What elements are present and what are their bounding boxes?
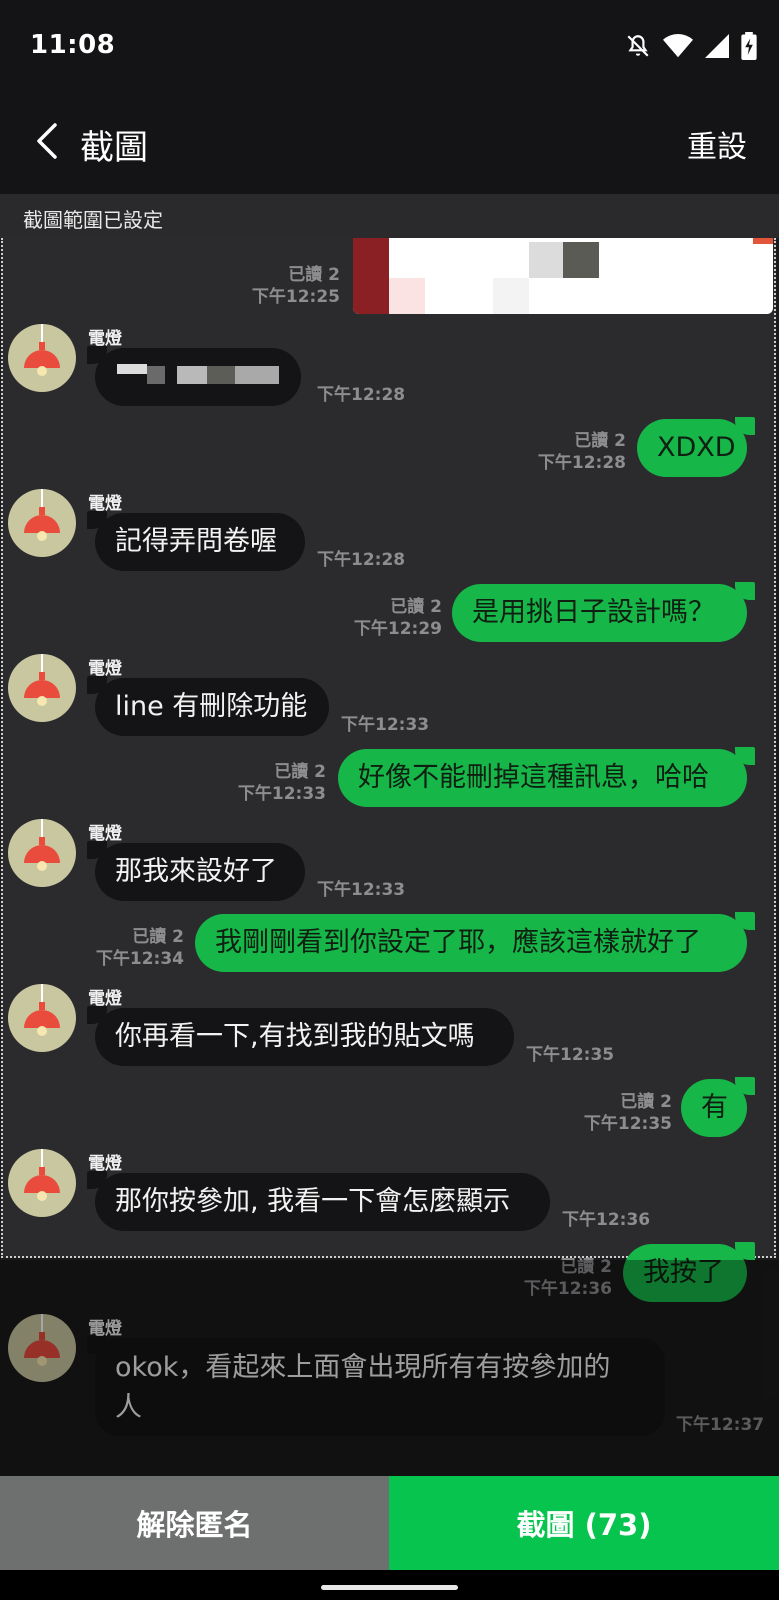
bottom-action-bar: 解除匿名 截圖 (73) [0, 1476, 779, 1570]
read-receipt: 已讀 2 [390, 597, 442, 617]
avatar[interactable] [8, 489, 76, 557]
message-text-line: okok，看起來上面會出現所有有按參加的 [115, 1352, 611, 1383]
message-time: 下午12:28 [537, 453, 626, 473]
read-receipt: 已讀 2 [132, 927, 184, 947]
read-receipt: 已讀 2 [574, 431, 626, 451]
message-text-line: 人 [115, 1392, 142, 1423]
avatar[interactable] [8, 654, 76, 722]
read-receipt: 已讀 2 [560, 1257, 612, 1277]
message-meta: 已讀 2 下午12:36 [480, 1256, 612, 1300]
message-bubble-out[interactable]: XDXD [637, 417, 755, 477]
message-time: 下午12:34 [95, 949, 184, 969]
back-arrow-icon [35, 123, 59, 163]
message-time: 下午12:35 [583, 1114, 672, 1134]
battery-charging-icon [741, 32, 757, 60]
remove-anonymity-button[interactable]: 解除匿名 [0, 1476, 389, 1570]
chat-area[interactable]: 已讀 2 下午12:25 電燈 下午12:28 已讀 2 下午12:28 XDX… [0, 238, 779, 1476]
status-bar: 11:08 [0, 0, 779, 92]
message-bubble-in[interactable]: 你再看一下,有找到我的貼文嗎 [87, 1006, 514, 1066]
message-bubble-in[interactable]: 那你按參加, 我看一下會怎麼顯示 [87, 1171, 550, 1231]
message-time: 下午12:28 [317, 550, 406, 570]
wifi-icon [663, 33, 693, 59]
capture-button[interactable]: 截圖 (73) [389, 1476, 779, 1570]
message-time: 下午12:36 [562, 1210, 651, 1230]
message-meta: 已讀 2 下午12:34 [60, 926, 184, 970]
message-bubble-out[interactable]: 我按了 [623, 1242, 755, 1302]
message-bubble-in[interactable]: 那我來設好了 [87, 841, 305, 901]
message-bubble-in[interactable]: okok，看起來上面會出現所有有按參加的 人 [87, 1336, 665, 1436]
system-nav-bar [0, 1570, 779, 1600]
message-bubble-out[interactable]: 我剛剛看到你設定了耶，應該這樣就好了 [195, 912, 755, 972]
message-time: 下午12:33 [237, 784, 326, 804]
message-time: 下午12:35 [526, 1045, 615, 1065]
message-bubble-out[interactable]: 是用挑日子設計嗎？ [452, 582, 755, 642]
cellular-icon [705, 33, 729, 59]
message-meta: 已讀 2 下午12:35 [540, 1091, 672, 1135]
message-bubble-in[interactable]: 記得弄問卷喔 [87, 511, 305, 571]
status-time: 11:08 [30, 30, 116, 60]
back-button[interactable] [20, 116, 74, 170]
avatar[interactable] [8, 1314, 76, 1382]
home-indicator[interactable] [321, 1585, 458, 1590]
range-banner: 截圖範圍已設定 [0, 194, 779, 238]
read-receipt: 已讀 2 [288, 265, 340, 285]
message-meta: 已讀 2 下午12:33 [200, 761, 326, 805]
message-meta: 已讀 2 下午12:28 [500, 430, 626, 474]
dnd-off-icon [625, 33, 651, 59]
status-icons [625, 30, 757, 62]
message-bubble-out[interactable]: 好像不能刪掉這種訊息，哈哈 [338, 747, 755, 807]
message-time: 下午12:29 [353, 619, 442, 639]
message-time: 下午12:28 [317, 385, 406, 405]
page-title: 截圖 [80, 128, 148, 168]
read-receipt: 已讀 2 [620, 1092, 672, 1112]
message-bubble-out[interactable]: 有 [681, 1077, 755, 1137]
message-bubble-in[interactable]: line 有刪除功能 [87, 676, 329, 736]
message-meta: 已讀 2 下午12:29 [300, 596, 442, 640]
message-time: 下午12:33 [317, 880, 406, 900]
avatar[interactable] [8, 1149, 76, 1217]
message-bubble-in[interactable] [87, 346, 301, 406]
app-bar: 截圖 重設 [0, 92, 779, 194]
pixelated-text [95, 348, 295, 406]
image-message[interactable] [353, 238, 773, 314]
read-receipt: 已讀 2 [274, 762, 326, 782]
avatar[interactable] [8, 324, 76, 392]
range-banner-text: 截圖範圍已設定 [23, 208, 163, 232]
lamp-avatar-icon [8, 1314, 76, 1382]
avatar[interactable] [8, 819, 76, 887]
message-time: 下午12:36 [523, 1279, 612, 1299]
message-meta: 已讀 2 下午12:25 [240, 264, 340, 308]
reset-button[interactable]: 重設 [687, 122, 747, 166]
message-time: 下午12:37 [676, 1415, 765, 1435]
avatar[interactable] [8, 984, 76, 1052]
message-time: 下午12:25 [251, 287, 340, 307]
message-time: 下午12:33 [341, 715, 430, 735]
